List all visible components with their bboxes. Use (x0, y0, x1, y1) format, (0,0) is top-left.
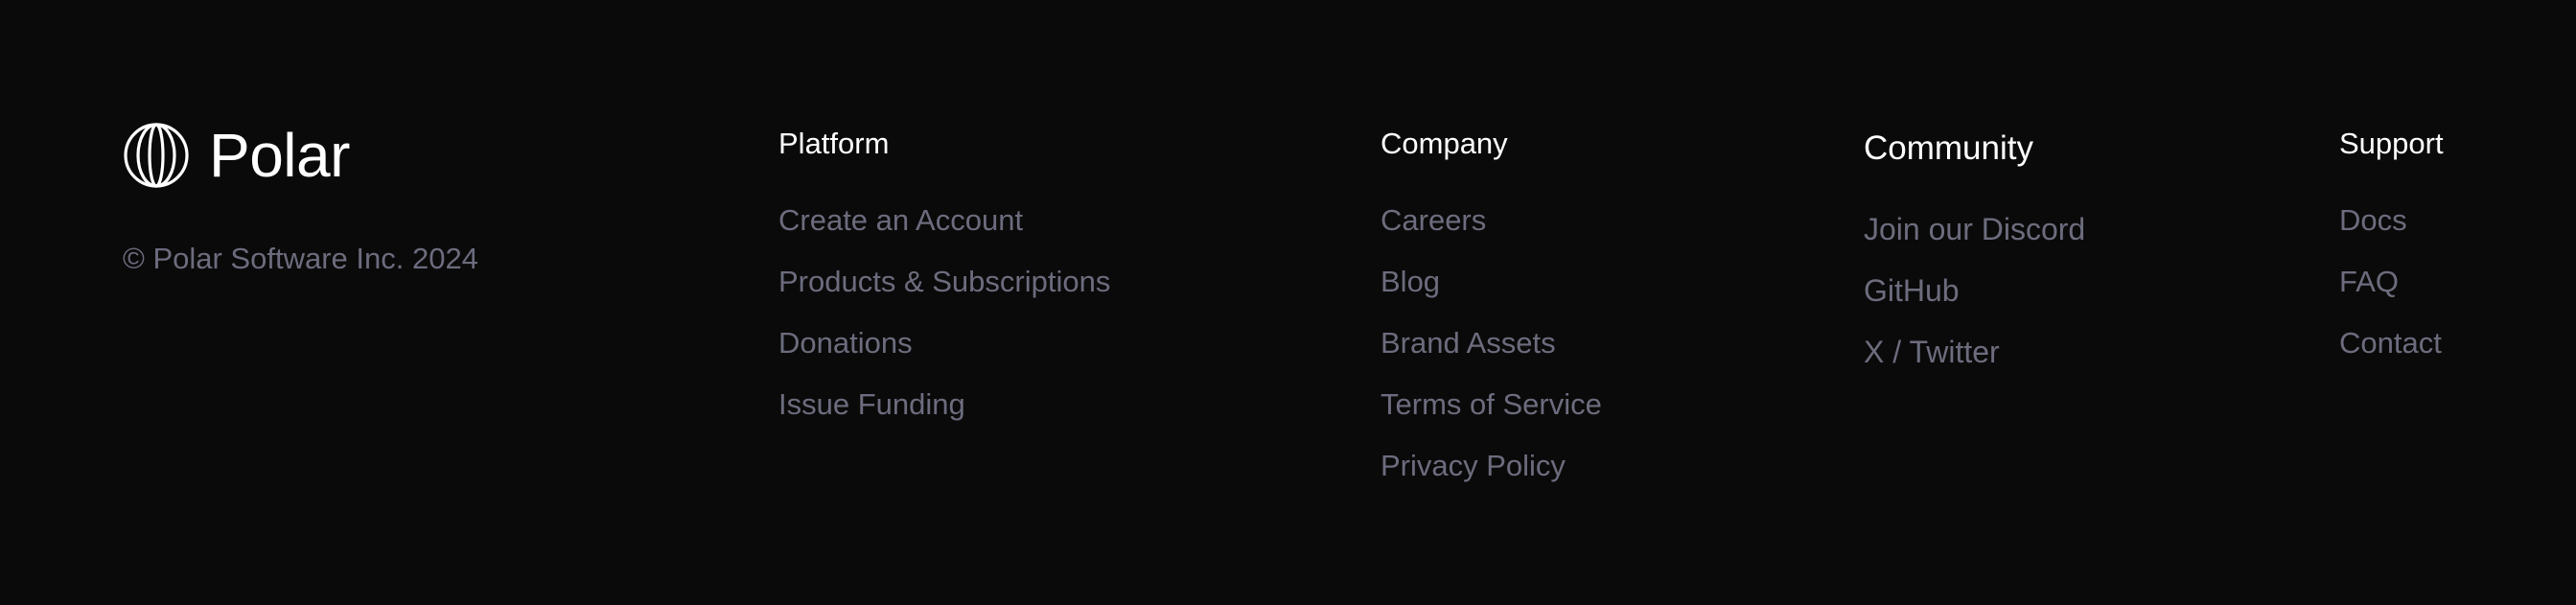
brand-name: Polar (209, 121, 350, 190)
link-brand-assets[interactable]: Brand Assets (1381, 324, 1602, 362)
footer-column-platform: Platform Create an Account Products & Su… (778, 125, 1110, 424)
link-careers[interactable]: Careers (1381, 201, 1602, 240)
column-title-community: Community (1864, 129, 2033, 167)
link-docs[interactable]: Docs (2339, 201, 2444, 240)
link-terms-of-service[interactable]: Terms of Service (1381, 385, 1602, 424)
column-title-platform: Platform (778, 127, 890, 160)
link-list-company: Careers Blog Brand Assets Terms of Servi… (1381, 201, 1602, 485)
link-products-subscriptions[interactable]: Products & Subscriptions (778, 263, 1110, 301)
polar-globe-icon (124, 123, 189, 188)
link-list-platform: Create an Account Products & Subscriptio… (778, 201, 1110, 424)
column-title-support: Support (2339, 127, 2444, 160)
link-create-account[interactable]: Create an Account (778, 201, 1110, 240)
link-faq[interactable]: FAQ (2339, 263, 2444, 301)
footer-column-community: Community Join our Discord GitHub X / Tw… (1864, 128, 2085, 371)
logo-link[interactable]: Polar (123, 122, 350, 189)
link-contact[interactable]: Contact (2339, 324, 2444, 362)
footer-column-support: Support Docs FAQ Contact (2339, 125, 2444, 362)
link-discord[interactable]: Join our Discord (1864, 210, 2085, 248)
footer-column-company: Company Careers Blog Brand Assets Terms … (1381, 125, 1602, 485)
copyright-text: © Polar Software Inc. 2024 (123, 242, 478, 275)
link-donations[interactable]: Donations (778, 324, 1110, 362)
link-blog[interactable]: Blog (1381, 263, 1602, 301)
link-list-support: Docs FAQ Contact (2339, 201, 2444, 362)
link-privacy-policy[interactable]: Privacy Policy (1381, 447, 1602, 485)
footer-brand: Polar © Polar Software Inc. 2024 (123, 122, 478, 275)
link-list-community: Join our Discord GitHub X / Twitter (1864, 210, 2085, 371)
column-title-company: Company (1381, 127, 1508, 160)
link-x-twitter[interactable]: X / Twitter (1864, 333, 2085, 371)
site-footer: Polar © Polar Software Inc. 2024 Platfor… (0, 0, 2576, 605)
link-issue-funding[interactable]: Issue Funding (778, 385, 1110, 424)
link-github[interactable]: GitHub (1864, 271, 2085, 310)
